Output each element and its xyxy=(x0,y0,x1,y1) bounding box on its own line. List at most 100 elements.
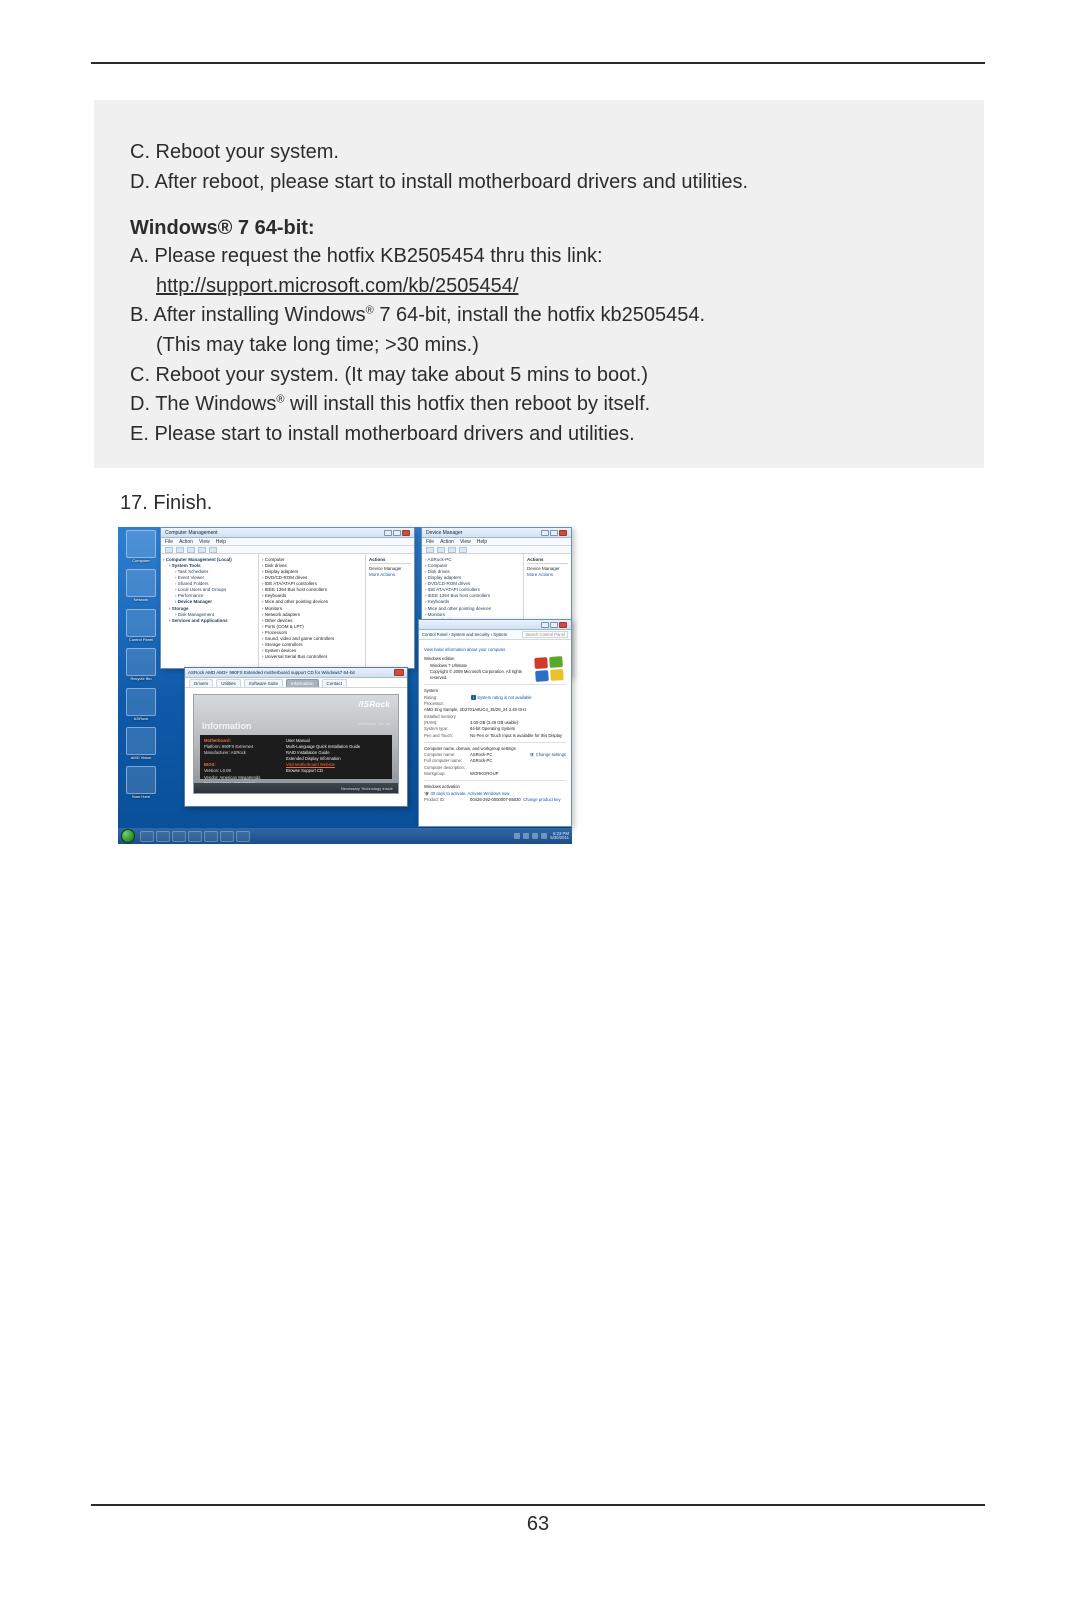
desktop-icon[interactable]: Computer xyxy=(121,530,161,563)
asrock-installer-window[interactable]: ASRock AMD AM3+ 990FX Extended motherboa… xyxy=(184,667,408,807)
window-controls[interactable] xyxy=(541,622,567,628)
product-id-value: 00426-292-0000007-85030 xyxy=(470,797,521,803)
desktop-icon[interactable]: Network xyxy=(121,569,161,602)
taskbar-item[interactable] xyxy=(220,831,234,842)
actions-pane: Actions Device Manager More Actions xyxy=(366,554,414,668)
toolbar-button[interactable] xyxy=(209,547,217,553)
desktop-icon[interactable]: Control Panel xyxy=(121,609,161,642)
w64-step-a-link[interactable]: http://support.microsoft.com/kb/2505454/ xyxy=(130,272,948,302)
computer-icon xyxy=(126,530,156,558)
taskbar-item[interactable] xyxy=(204,831,218,842)
window-titlebar[interactable]: Device Manager xyxy=(422,528,571,538)
installer-footer: Necessary Technology Inside xyxy=(194,783,398,793)
menu-help[interactable]: Help xyxy=(216,539,226,545)
system-tray[interactable]: 6:23 PM 5/30/2011 xyxy=(514,832,569,841)
tree-node[interactable]: › Services and Applications xyxy=(163,618,256,624)
window-titlebar[interactable]: Computer Management xyxy=(161,528,414,538)
maximize-button[interactable] xyxy=(550,622,558,628)
tab-utilities[interactable]: Utilities xyxy=(216,679,241,687)
search-input[interactable]: Search Control Panel xyxy=(522,631,568,638)
start-button[interactable] xyxy=(121,829,135,843)
menu-bar[interactable]: File Action View Help xyxy=(422,538,571,546)
desktop-icon[interactable]: Start Here xyxy=(121,766,161,799)
full-computer-name-value: ASRock-PC xyxy=(470,758,492,764)
installer-title: ASRock AMD AM3+ 990FX Extended motherboa… xyxy=(188,670,355,675)
close-button[interactable] xyxy=(402,530,410,536)
more-actions-link[interactable]: More Actions xyxy=(369,572,411,578)
taskbar[interactable]: 6:23 PM 5/30/2011 xyxy=(118,828,572,844)
computer-management-window[interactable]: Computer Management File Action View Hel… xyxy=(160,527,415,669)
w64-step-d: D. The Windows® will install this hotfix… xyxy=(130,390,948,420)
tray-icon[interactable] xyxy=(541,833,547,839)
menu-file[interactable]: File xyxy=(165,539,173,545)
product-id-label: Product ID: xyxy=(424,797,470,803)
taskbar-pin-ie[interactable] xyxy=(140,831,154,842)
window-controls[interactable] xyxy=(541,530,567,536)
taskbar-item[interactable] xyxy=(188,831,202,842)
minimize-button[interactable] xyxy=(384,530,392,536)
close-button[interactable] xyxy=(559,530,567,536)
more-actions-link[interactable]: More Actions xyxy=(527,572,568,578)
minimize-button[interactable] xyxy=(541,622,549,628)
w64-step-a: A. Please request the hotfix KB2505454 t… xyxy=(130,242,948,272)
close-button[interactable] xyxy=(394,669,404,676)
toolbar-button[interactable] xyxy=(165,547,173,553)
taskbar-item[interactable] xyxy=(236,831,250,842)
close-button[interactable] xyxy=(559,622,567,628)
menu-bar[interactable]: File Action View Help xyxy=(161,538,414,546)
toolbar-button[interactable] xyxy=(187,547,195,553)
tab-information[interactable]: Information xyxy=(286,679,319,687)
actions-heading: Actions xyxy=(369,557,411,564)
toolbar[interactable] xyxy=(422,546,571,554)
taskbar-clock[interactable]: 6:23 PM 5/30/2011 xyxy=(550,832,569,841)
toolbar-button[interactable] xyxy=(437,547,445,553)
desktop-icon[interactable]: Recycle Bin xyxy=(121,648,161,681)
system-content: View basic information about your comput… xyxy=(419,640,571,807)
toolbar-button[interactable] xyxy=(176,547,184,553)
breadcrumb[interactable]: Control Panel › System and Security › Sy… xyxy=(419,630,571,640)
info-right-col[interactable]: User Manual Multi-Language Quick Install… xyxy=(286,738,388,776)
rating-badge-icon: i xyxy=(471,695,476,700)
window-titlebar[interactable] xyxy=(419,620,571,630)
device-node[interactable]: › Universal Serial Bus controllers xyxy=(262,654,362,660)
maximize-button[interactable] xyxy=(550,530,558,536)
installer-tabs[interactable]: Drivers Utilities Software Suite Informa… xyxy=(185,678,407,688)
rating-link[interactable]: System rating is not available xyxy=(477,695,531,700)
menu-view[interactable]: View xyxy=(199,539,210,545)
window-controls[interactable] xyxy=(384,530,410,536)
taskbar-pin-wmp[interactable] xyxy=(172,831,186,842)
taskbar-pin-explorer[interactable] xyxy=(156,831,170,842)
tray-icon[interactable] xyxy=(523,833,529,839)
system-properties-window[interactable]: Control Panel › System and Security › Sy… xyxy=(418,619,572,827)
mmc-tree[interactable]: › Computer Management (Local)› System To… xyxy=(161,554,259,668)
w64-step-b: B. After installing Windows® 7 64-bit, i… xyxy=(130,301,948,331)
tray-icon[interactable] xyxy=(532,833,538,839)
menu-file[interactable]: File xyxy=(426,539,434,545)
menu-action[interactable]: Action xyxy=(179,539,193,545)
toolbar-button[interactable] xyxy=(448,547,456,553)
desktop-icon[interactable]: AMD Vision xyxy=(121,727,161,760)
toolbar[interactable] xyxy=(161,546,414,554)
activate-link[interactable]: 30 days to activate. Activate Windows no… xyxy=(430,791,509,796)
step-c: C. Reboot your system. xyxy=(130,138,948,168)
tab-software-suite[interactable]: Software Suite xyxy=(244,679,283,687)
installer-titlebar[interactable]: ASRock AMD AM3+ 990FX Extended motherboa… xyxy=(185,668,407,678)
desktop-icon[interactable]: ASRock xyxy=(121,688,161,721)
menu-help[interactable]: Help xyxy=(477,539,487,545)
tab-drivers[interactable]: Drivers xyxy=(189,679,213,687)
tab-contact[interactable]: Contact xyxy=(322,679,348,687)
menu-view[interactable]: View xyxy=(460,539,471,545)
menu-action[interactable]: Action xyxy=(440,539,454,545)
device-manager-tree[interactable]: › Computer› Disk drives› Display adapter… xyxy=(259,554,366,668)
tray-icon[interactable] xyxy=(514,833,520,839)
window-title: Computer Management xyxy=(165,530,218,536)
toolbar-button[interactable] xyxy=(459,547,467,553)
taskbar-pins[interactable] xyxy=(121,829,250,843)
maximize-button[interactable] xyxy=(393,530,401,536)
change-product-key-link[interactable]: Change product key xyxy=(523,797,560,802)
control-panel-icon xyxy=(126,609,156,637)
change-settings-link[interactable]: 🛡 Change settings xyxy=(529,752,566,758)
toolbar-button[interactable] xyxy=(426,547,434,553)
minimize-button[interactable] xyxy=(541,530,549,536)
toolbar-button[interactable] xyxy=(198,547,206,553)
